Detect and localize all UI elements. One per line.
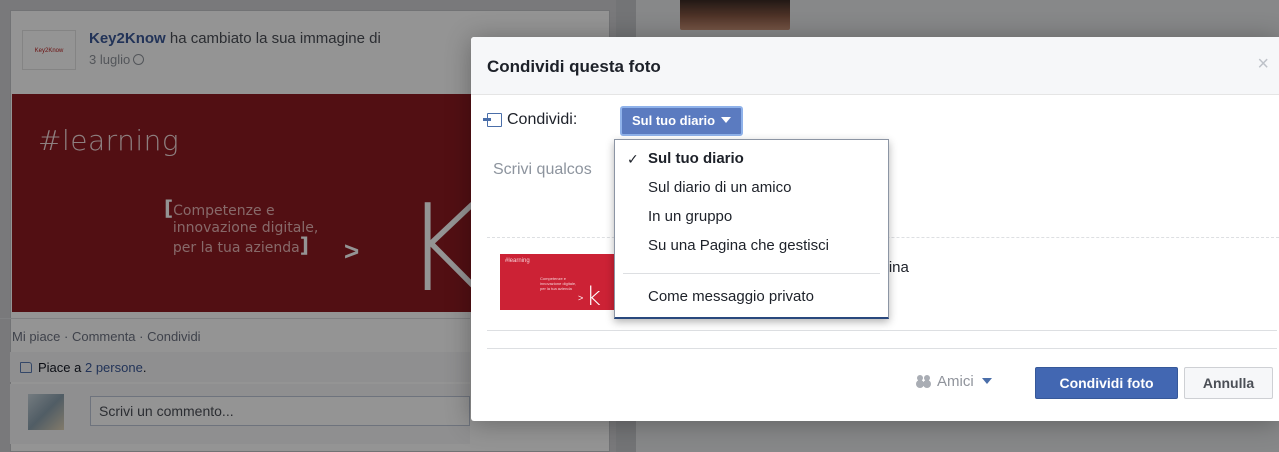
menu-item-label: Sul diario di un amico	[648, 179, 792, 196]
preview-hashtag: #learning	[505, 258, 530, 264]
chevron-down-icon	[721, 117, 732, 123]
preview-k-letter: k	[586, 282, 602, 310]
menu-item-own-timeline[interactable]: ✓ Sul tuo diario	[615, 145, 888, 173]
share-label: Condividi:	[507, 111, 578, 128]
share-target-dropdown[interactable]: Sul tuo diario	[620, 106, 744, 136]
share-target-label: Sul tuo diario	[632, 113, 716, 128]
menu-item-page[interactable]: Su una Pagina che gestisci	[615, 232, 888, 260]
menu-divider	[623, 273, 880, 274]
menu-item-friend-timeline[interactable]: Sul diario di un amico	[615, 174, 888, 202]
close-icon[interactable]: ×	[1257, 54, 1269, 74]
share-photo-button[interactable]: Condividi foto	[1035, 367, 1178, 399]
dialog-header: Condividi questa foto ×	[471, 37, 1279, 95]
dialog-title: Condividi questa foto	[487, 57, 661, 76]
menu-item-label: Sul tuo diario	[648, 150, 744, 167]
share-icon	[483, 113, 502, 127]
menu-item-private-message[interactable]: Come messaggio privato	[615, 283, 888, 311]
preview-arrow: >	[578, 293, 584, 303]
preview-tagline: Competenze e innovazione digitale, per l…	[540, 276, 577, 291]
menu-item-label: Su una Pagina che gestisci	[648, 237, 829, 254]
audience-selector[interactable]: Amici	[917, 373, 992, 390]
message-input[interactable]: Scrivi qualcos	[493, 161, 592, 179]
menu-item-group[interactable]: In un gruppo	[615, 203, 888, 231]
menu-item-label: Come messaggio privato	[648, 288, 814, 305]
cancel-button[interactable]: Annulla	[1184, 367, 1273, 399]
divider	[487, 348, 1277, 349]
check-icon: ✓	[627, 151, 639, 167]
share-target-menu: ✓ Sul tuo diario Sul diario di un amico I…	[614, 139, 889, 319]
menu-item-label: In un gruppo	[648, 208, 733, 225]
chevron-down-icon	[981, 378, 992, 384]
photo-preview: #learning Competenze e innovazione digit…	[500, 254, 616, 310]
audience-label: Amici	[937, 373, 974, 390]
friends-icon	[917, 375, 931, 387]
divider	[487, 330, 1277, 331]
